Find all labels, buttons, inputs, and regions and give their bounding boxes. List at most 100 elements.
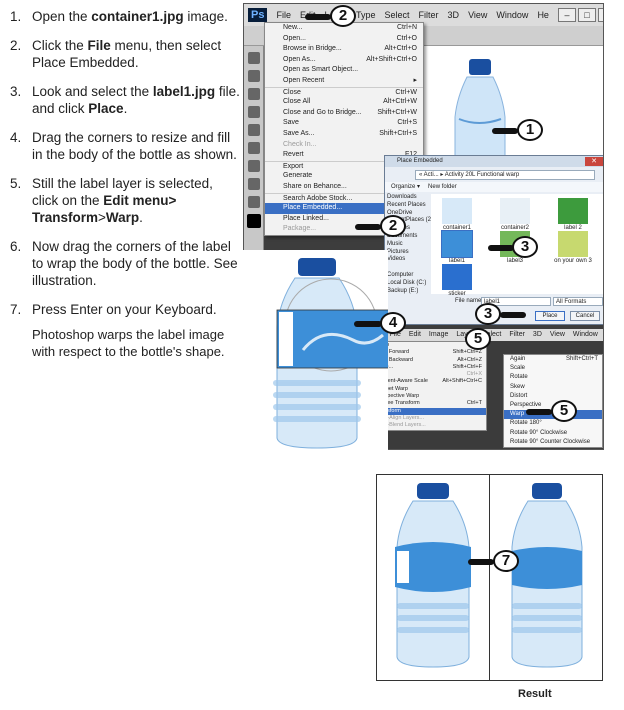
- place-button[interactable]: Place: [535, 311, 565, 321]
- instruction-step: 7. Press Enter on your Keyboard.: [10, 301, 242, 318]
- nav-item[interactable]: Local Disk (C:): [387, 280, 429, 288]
- nav-item[interactable]: Computer: [387, 272, 429, 280]
- transform-menu-item[interactable]: Again Shift+Ctrl+T: [504, 355, 602, 364]
- cancel-button[interactable]: Cancel: [570, 311, 600, 321]
- step-number: 2.: [10, 38, 22, 53]
- brush-tool-icon[interactable]: [247, 124, 260, 136]
- instruction-step: 4. Drag the corners to resize and fill in…: [10, 129, 242, 163]
- menu-item-label: Export: [283, 162, 304, 170]
- menu-item-shortcut: Alt+Ctrl+W: [383, 98, 417, 106]
- edit-bar-item[interactable]: View: [550, 329, 565, 341]
- nav-item[interactable]: Recent Places: [387, 202, 429, 210]
- menu-item-shortcut: Alt+Shift+Ctrl+C: [442, 378, 482, 385]
- transform-menu-item[interactable]: Rotate 90° Clockwise: [504, 429, 602, 438]
- file-thumbnail: [500, 198, 530, 224]
- file-item[interactable]: label 2: [553, 198, 593, 231]
- crop-tool-icon[interactable]: [247, 106, 260, 118]
- file-menu-item[interactable]: Close All Alt+Ctrl+W: [265, 97, 423, 108]
- menu-item-shortcut: Ctrl+T: [466, 400, 482, 407]
- file-menu-item[interactable]: Open As... Alt+Shift+Ctrl+O: [265, 55, 423, 66]
- result-bottle-image: [511, 483, 583, 668]
- organize-button[interactable]: Organize ▾: [391, 182, 420, 192]
- pen-tool-icon[interactable]: [247, 160, 260, 172]
- color-swatch-icon[interactable]: [246, 214, 261, 228]
- step-text: Click the File menu, then select Place E…: [32, 37, 242, 71]
- transform-menu-item[interactable]: Scale: [504, 364, 602, 373]
- transform-menu-item[interactable]: Skew: [504, 383, 602, 392]
- file-menu-item[interactable]: Save As... Shift+Ctrl+S: [265, 129, 423, 140]
- edit-bar-item[interactable]: Image: [429, 329, 448, 341]
- menu-item-label: Warp: [510, 411, 525, 418]
- lasso-tool-icon[interactable]: [247, 88, 260, 100]
- file-menu-item[interactable]: Browse in Bridge... Alt+Ctrl+O: [265, 44, 423, 55]
- callout-7: 7: [493, 550, 519, 572]
- menu-file[interactable]: File: [276, 10, 291, 20]
- close-icon[interactable]: ✕: [597, 8, 603, 22]
- new-folder-button[interactable]: New folder: [428, 182, 457, 192]
- nav-item[interactable]: Backup (E:): [387, 288, 429, 296]
- menu-type[interactable]: Type: [356, 10, 376, 20]
- callout-4: 4: [380, 312, 406, 334]
- file-menu-item[interactable]: Save Ctrl+S: [265, 118, 423, 129]
- nav-item[interactable]: [387, 264, 429, 272]
- file-name: sticker: [448, 291, 466, 297]
- maximize-icon[interactable]: □: [577, 8, 596, 22]
- close-icon[interactable]: ✕: [585, 157, 603, 166]
- nav-item[interactable]: Music: [387, 241, 429, 249]
- edit-bar-item[interactable]: Window: [573, 329, 598, 341]
- step-number: 4.: [10, 130, 22, 145]
- menu-item-label: Browse in Bridge...: [283, 45, 342, 53]
- step-number: 7.: [10, 302, 22, 317]
- file-menu-item[interactable]: Open Recent ▸: [265, 76, 423, 87]
- move-tool-icon[interactable]: [247, 52, 260, 64]
- file-item[interactable]: sticker: [437, 264, 477, 297]
- menu-filter[interactable]: Filter: [419, 10, 439, 20]
- transform-menu-item[interactable]: Rotate 90° Counter Clockwise: [504, 438, 602, 447]
- callout-arrow: [526, 409, 552, 415]
- file-item[interactable]: container2: [495, 198, 535, 231]
- step-text: Now drag the corners of the label to wra…: [32, 239, 238, 288]
- menu-window[interactable]: Window: [496, 10, 528, 20]
- file-menu-item[interactable]: Open... Ctrl+O: [265, 34, 423, 45]
- nav-item[interactable]: Downloads: [387, 194, 429, 202]
- address-bar[interactable]: « Acti... ▸ Activity 20L Functional warp: [415, 170, 595, 180]
- step-text-part: Look and select the: [32, 84, 153, 99]
- menu-item-shortcut: ▸: [413, 76, 417, 84]
- menu-item-label: Save As...: [283, 129, 315, 137]
- transform-submenu: Again Shift+Ctrl+T Scale Rotate Skew Distort P…: [503, 354, 603, 448]
- file-menu-item[interactable]: Close and Go to Bridge... Shift+Ctrl+W: [265, 108, 423, 119]
- file-item[interactable]: container1: [437, 198, 477, 231]
- menu-item-label: Close and Go to Bridge...: [283, 108, 362, 116]
- nav-item[interactable]: Pictures: [387, 249, 429, 257]
- transform-menu-item[interactable]: Distort: [504, 392, 602, 401]
- marquee-tool-icon[interactable]: [247, 70, 260, 82]
- transform-menu-item[interactable]: Rotate 180°: [504, 419, 602, 428]
- nav-item[interactable]: Videos: [387, 256, 429, 264]
- menu-3d[interactable]: 3D: [448, 10, 460, 20]
- file-item[interactable]: on your own 3: [553, 231, 593, 264]
- step-text: Still the label layer is selected, click…: [32, 175, 242, 226]
- edit-bar-item[interactable]: 3D: [533, 329, 542, 341]
- ps-logo: Ps: [248, 8, 268, 22]
- file-item[interactable]: label1: [437, 230, 477, 264]
- minimize-icon[interactable]: –: [557, 8, 576, 22]
- file-menu-item[interactable]: Open as Smart Object...: [265, 65, 423, 76]
- transform-menu-item[interactable]: Rotate: [504, 373, 602, 382]
- eraser-tool-icon[interactable]: [247, 142, 260, 154]
- callout-arrow: [492, 128, 518, 134]
- step-text-part: Click the: [32, 38, 88, 53]
- menu-select[interactable]: Select: [385, 10, 410, 20]
- instructions: 1. Open the container1.jpg image. 2. Click …: [10, 8, 242, 360]
- menu-view[interactable]: View: [468, 10, 487, 20]
- filetype-select[interactable]: All Formats: [553, 297, 603, 306]
- edit-bar-item[interactable]: Filter: [509, 329, 525, 341]
- menu-item-shortcut: Alt+Ctrl+O: [384, 45, 417, 53]
- hand-tool-icon[interactable]: [247, 196, 260, 208]
- file-menu-item[interactable]: Close Ctrl+W: [265, 86, 423, 98]
- menu-he[interactable]: He: [537, 10, 549, 20]
- file-menu-item[interactable]: Check In...: [265, 140, 423, 151]
- selection-tool-icon[interactable]: [247, 178, 260, 190]
- callout-arrow: [468, 559, 494, 565]
- menu-item-label: Open...: [283, 34, 306, 42]
- edit-bar-item[interactable]: Edit: [409, 329, 421, 341]
